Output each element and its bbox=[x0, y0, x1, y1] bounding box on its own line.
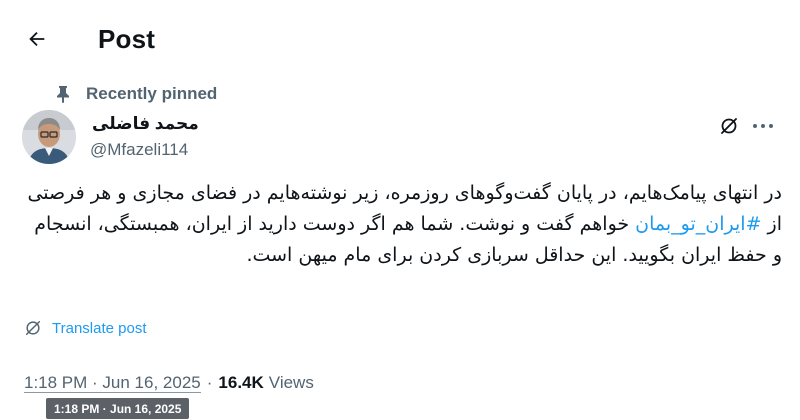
arrow-left-icon bbox=[29, 31, 45, 47]
timestamp-tooltip: 1:18 PM · Jun 16, 2025 bbox=[46, 398, 190, 419]
author-handle[interactable]: @Mfazeli114 bbox=[90, 140, 188, 160]
post-metadata: 1:18 PM · Jun 16, 2025 · 16.4K Views bbox=[24, 373, 314, 393]
pin-icon bbox=[56, 84, 74, 104]
timestamp-link[interactable]: 1:18 PM · Jun 16, 2025 bbox=[24, 373, 201, 393]
hashtag-link[interactable]: #ایران_تو_بمان bbox=[635, 213, 761, 235]
author-name[interactable]: محمد فاضلی bbox=[92, 114, 199, 134]
page-title: Post bbox=[98, 24, 156, 54]
tweet-text: در انتهای پیامک‌هایم، در پایان گفت‌وگوها… bbox=[22, 178, 782, 271]
grok-slash-icon bbox=[721, 118, 737, 134]
meta-separator: · bbox=[206, 373, 213, 392]
more-dots-icon bbox=[753, 124, 773, 128]
post-header: Post bbox=[0, 0, 800, 80]
more-options-button[interactable] bbox=[748, 113, 778, 139]
translate-icon bbox=[24, 318, 44, 338]
recently-pinned-indicator: Recently pinned bbox=[56, 82, 217, 106]
views-count: 16.4K bbox=[218, 373, 264, 392]
grok-button[interactable] bbox=[716, 113, 742, 139]
translate-label: Translate post bbox=[52, 319, 147, 337]
views-label: Views bbox=[268, 373, 314, 392]
translate-post-link[interactable]: Translate post bbox=[24, 318, 147, 338]
avatar[interactable] bbox=[22, 110, 76, 164]
pinned-label: Recently pinned bbox=[86, 84, 218, 103]
back-button[interactable] bbox=[20, 22, 54, 56]
